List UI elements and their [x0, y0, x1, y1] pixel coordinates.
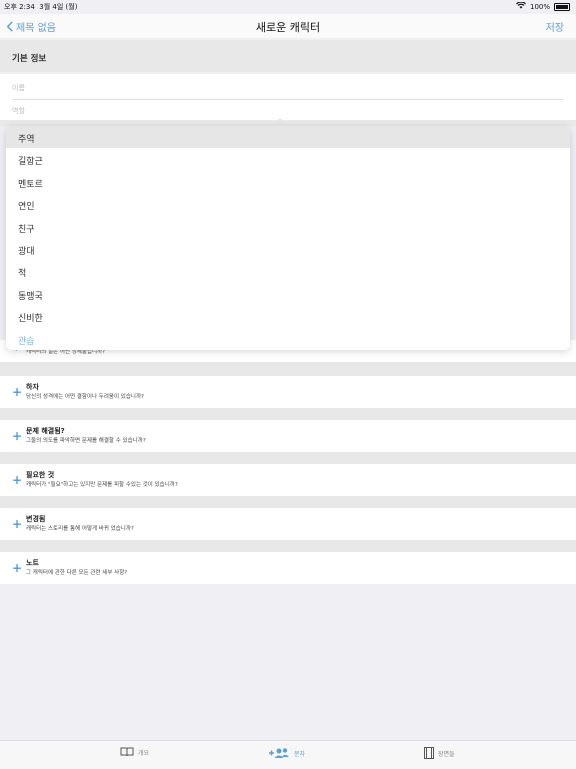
dropdown-option[interactable]: 동맹국 [6, 283, 570, 305]
role-field[interactable]: 역할 [0, 100, 576, 120]
dropdown-option[interactable]: 광대 [6, 238, 570, 260]
status-bar: 오후 2:34 3월 4일 (월) 100% [0, 0, 576, 14]
battery-icon [554, 2, 570, 11]
name-field[interactable]: 이름 [0, 74, 576, 100]
save-button[interactable]: 저장 [546, 19, 564, 34]
tab-scenes[interactable]: 장면들 [424, 747, 455, 759]
navigation-bar: 제목 없음 새로운 캐릭터 저장 [0, 14, 576, 38]
tab-overview[interactable]: 개요 [120, 747, 149, 757]
plus-icon: + [12, 561, 23, 575]
film-icon [424, 747, 434, 759]
list-item[interactable]: + 필요한 것 캐릭터가 "필요"하고는 있지만 문제를 피할 수있는 것이 있… [0, 464, 576, 496]
role-dropdown: 주역 길항근 멘토르 연인 친구 광대 적 동맹국 신비한 관습 [6, 126, 570, 350]
plus-icon: + [12, 385, 23, 399]
dropdown-option[interactable]: 길항근 [6, 148, 570, 170]
dropdown-option[interactable]: 관습 [6, 328, 570, 350]
plus-icon: + [12, 473, 23, 487]
list-item[interactable]: + 하자 당신의 성격에는 어떤 결함이나 두려움이 있습니까? [0, 376, 576, 408]
section-header-basic-info: 기본 정보 [0, 40, 576, 72]
list-item[interactable]: + 문제 해결됨? 그들의 의도를 파악하면 문제를 해결할 수 있습니까? [0, 420, 576, 452]
dropdown-option[interactable]: 친구 [6, 216, 570, 238]
tab-characters[interactable]: 문자 [268, 747, 305, 759]
plus-icon: + [12, 429, 23, 443]
book-icon [120, 747, 134, 757]
dropdown-option[interactable]: 연인 [6, 193, 570, 215]
page-title: 새로운 캐릭터 [255, 21, 321, 34]
status-time-date: 오후 2:34 3월 4일 (월) [4, 3, 78, 11]
battery-percent: 100% [529, 2, 550, 11]
dropdown-option[interactable]: 신비한 [6, 305, 570, 327]
list-item[interactable]: + 변경됨 캐릭터는 스토리를 통해 어떻게 바뀌 었습니까? [0, 508, 576, 540]
wifi-icon [515, 1, 526, 11]
list-item[interactable]: + 노트 그 캐릭터에 관한 다른 모든 관련 세부 사항? [0, 552, 576, 584]
dropdown-option[interactable]: 멘토르 [6, 171, 570, 193]
plus-icon: + [12, 517, 23, 531]
tab-bar: 개요 문자 장면들 [0, 740, 576, 769]
popover-arrow [272, 118, 288, 126]
dropdown-option[interactable]: 적 [6, 260, 570, 282]
people-add-icon [269, 748, 289, 758]
dropdown-option[interactable]: 주역 [6, 126, 570, 149]
